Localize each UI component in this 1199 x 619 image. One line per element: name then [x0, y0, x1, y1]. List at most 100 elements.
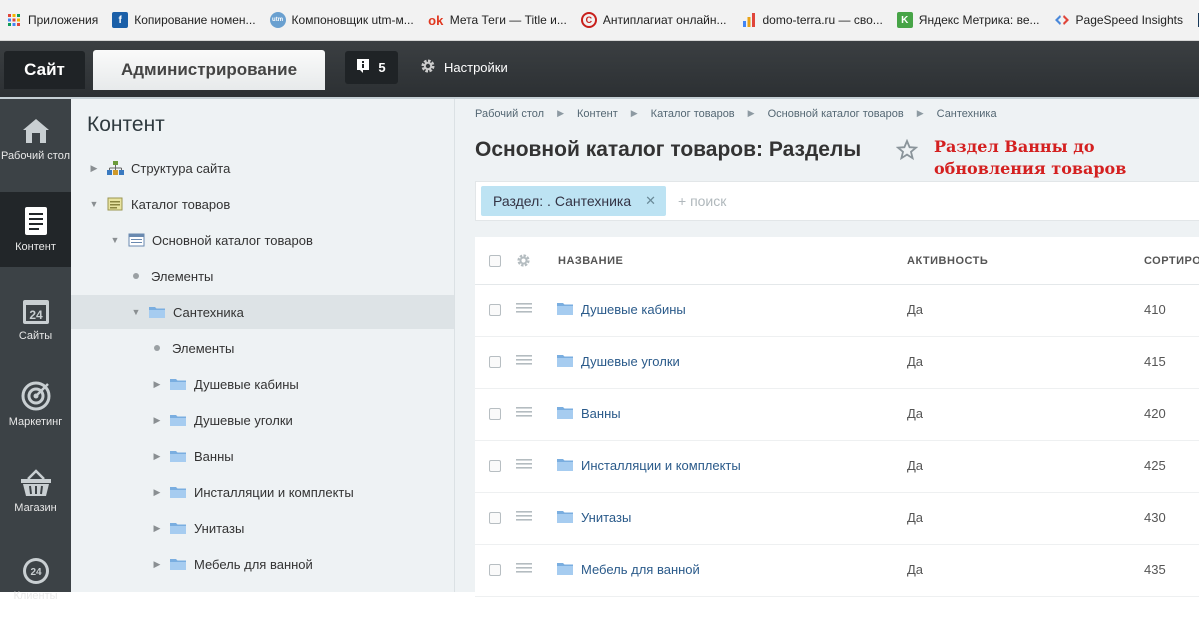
- row-checkbox[interactable]: [489, 304, 501, 316]
- folder-icon: [170, 557, 187, 571]
- collapse-arrow-icon[interactable]: ▼: [129, 307, 143, 317]
- home-icon: [21, 117, 51, 145]
- tab-administration[interactable]: Администрирование: [93, 50, 325, 90]
- page-title: Основной каталог товаров: Разделы: [475, 138, 861, 162]
- star-favorite-icon[interactable]: [896, 139, 918, 161]
- drag-handle-icon[interactable]: [516, 407, 532, 417]
- close-icon[interactable]: ✕: [645, 193, 656, 209]
- bookmark-utm[interactable]: utm Компоновщик utm-м...: [270, 12, 414, 28]
- menu-item-desktop[interactable]: Рабочий стол: [0, 99, 71, 179]
- notifications-button[interactable]: 5: [345, 51, 398, 84]
- tree-item-bathroom-furniture[interactable]: ▶ Мебель для ванной: [71, 547, 454, 581]
- drag-handle-icon[interactable]: [516, 511, 532, 521]
- table-row[interactable]: Мебель для ваннойДа435: [475, 545, 1199, 597]
- tree-item-installations[interactable]: ▶ Инсталляции и комплекты: [71, 475, 454, 509]
- bookmark-label: Компоновщик utm-м...: [292, 13, 414, 27]
- drag-handle-icon[interactable]: [516, 355, 532, 365]
- breadcrumb-item[interactable]: Рабочий стол: [475, 108, 544, 120]
- tree-item-label: Основной каталог товаров: [152, 233, 313, 248]
- row-checkbox[interactable]: [489, 564, 501, 576]
- bookmark-meta[interactable]: ok Мета Теги — Title и...: [428, 12, 567, 28]
- table-row[interactable]: Душевые уголкиДа415: [475, 337, 1199, 389]
- filter-chip[interactable]: Раздел: . Сантехника ✕: [481, 186, 666, 216]
- basket-icon: [20, 469, 52, 497]
- folder-icon: [170, 485, 187, 499]
- row-name[interactable]: Душевые уголки: [581, 354, 680, 369]
- settings-button[interactable]: Настройки: [420, 55, 508, 79]
- bookmark-domo[interactable]: domo-terra.ru — сво...: [741, 12, 883, 28]
- expand-arrow-icon[interactable]: ▶: [87, 163, 101, 174]
- breadcrumb-item[interactable]: Основной каталог товаров: [768, 108, 904, 120]
- tree-item-elements[interactable]: Элементы: [71, 259, 454, 293]
- drag-handle-icon[interactable]: [516, 303, 532, 313]
- row-name[interactable]: Мебель для ванной: [581, 562, 700, 577]
- menu-item-sites[interactable]: 24 Сайты: [0, 279, 71, 359]
- bookmark-label: PageSpeed Insights: [1076, 13, 1183, 27]
- column-header-sort[interactable]: СОРТИРО: [1144, 255, 1199, 267]
- bookmark-metrika[interactable]: K Яндекс Метрика: ве...: [897, 12, 1040, 28]
- tree-item-catalog[interactable]: ▼ Каталог товаров: [71, 187, 454, 221]
- tree-item-toilets[interactable]: ▶ Унитазы: [71, 511, 454, 545]
- table-row[interactable]: УнитазыДа430: [475, 493, 1199, 545]
- left-menu: Рабочий стол Контент 24 Сайты Маркетинг …: [0, 99, 71, 592]
- expand-arrow-icon[interactable]: ▶: [150, 523, 164, 534]
- svg-text:24: 24: [29, 308, 43, 322]
- drag-handle-icon[interactable]: [516, 563, 532, 573]
- search-input[interactable]: + поиск: [678, 193, 726, 209]
- expand-arrow-icon[interactable]: ▶: [150, 487, 164, 498]
- expand-arrow-icon[interactable]: ▶: [150, 451, 164, 462]
- menu-item-clients[interactable]: 24 Клиенты: [0, 539, 71, 619]
- table-row[interactable]: Инсталляции и комплектыДа425: [475, 441, 1199, 493]
- breadcrumb-item[interactable]: Контент: [577, 108, 618, 120]
- menu-item-shop[interactable]: Магазин: [0, 451, 71, 531]
- tree-item-site-structure[interactable]: ▶ Структура сайта: [71, 151, 454, 185]
- menu-item-marketing[interactable]: Маркетинг: [0, 364, 71, 444]
- bookmark-apps[interactable]: Приложения: [6, 12, 98, 28]
- collapse-arrow-icon[interactable]: ▼: [87, 199, 101, 209]
- row-checkbox[interactable]: [489, 512, 501, 524]
- breadcrumb-item[interactable]: Сантехника: [937, 108, 997, 120]
- row-checkbox[interactable]: [489, 460, 501, 472]
- tab-site[interactable]: Сайт: [4, 51, 85, 89]
- expand-arrow-icon[interactable]: ▶: [150, 415, 164, 426]
- tree-item-label: Ванны: [194, 449, 234, 464]
- column-header-name[interactable]: НАЗВАНИЕ: [558, 255, 623, 267]
- drag-handle-icon[interactable]: [516, 459, 532, 469]
- table-row[interactable]: Душевые кабиныДа410: [475, 285, 1199, 337]
- row-active: Да: [907, 302, 923, 317]
- menu-item-label: Маркетинг: [9, 416, 62, 428]
- notifications-count: 5: [378, 60, 385, 75]
- collapse-arrow-icon[interactable]: ▼: [108, 235, 122, 245]
- sections-table: НАЗВАНИЕ АКТИВНОСТЬ СОРТИРО Душевые каби…: [475, 237, 1199, 592]
- select-all-checkbox[interactable]: [489, 255, 501, 267]
- tree-item-elements[interactable]: Элементы: [71, 331, 454, 365]
- bookmark-antiplagiat[interactable]: C Антиплагиат онлайн...: [581, 12, 727, 28]
- row-name[interactable]: Инсталляции и комплекты: [581, 458, 741, 473]
- tree-item-plumbing[interactable]: ▼ Сантехника: [71, 295, 454, 329]
- gear-icon[interactable]: [516, 253, 531, 271]
- expand-arrow-icon[interactable]: ▶: [150, 559, 164, 570]
- settings-label: Настройки: [444, 60, 508, 75]
- filter-bar[interactable]: Раздел: . Сантехника ✕ + поиск: [475, 181, 1199, 221]
- row-name[interactable]: Унитазы: [581, 510, 631, 525]
- row-checkbox[interactable]: [489, 408, 501, 420]
- content-tree-panel: Контент ▶ Структура сайта ▼ Каталог това…: [71, 99, 455, 592]
- bookmark-f-icon: f: [112, 12, 128, 28]
- tree-item-shower-corners[interactable]: ▶ Душевые уголки: [71, 403, 454, 437]
- filter-chip-label: Раздел: . Сантехника: [493, 193, 631, 209]
- tree-item-bathtubs[interactable]: ▶ Ванны: [71, 439, 454, 473]
- chevron-right-icon: ▶: [917, 108, 924, 120]
- tree-item-main-catalog[interactable]: ▼ Основной каталог товаров: [71, 223, 454, 257]
- column-header-active[interactable]: АКТИВНОСТЬ: [907, 255, 988, 267]
- breadcrumb-item[interactable]: Каталог товаров: [651, 108, 735, 120]
- table-row[interactable]: ВанныДа420: [475, 389, 1199, 441]
- row-name[interactable]: Душевые кабины: [581, 302, 686, 317]
- bookmark-pagespeed[interactable]: PageSpeed Insights: [1054, 12, 1183, 28]
- expand-arrow-icon[interactable]: ▶: [150, 379, 164, 390]
- menu-item-content[interactable]: Контент: [0, 192, 71, 267]
- bookmark-copy[interactable]: f Копирование номен...: [112, 12, 255, 28]
- tree-item-shower-cabins[interactable]: ▶ Душевые кабины: [71, 367, 454, 401]
- row-checkbox[interactable]: [489, 356, 501, 368]
- row-name[interactable]: Ванны: [581, 406, 621, 421]
- menu-item-label: Магазин: [14, 502, 56, 514]
